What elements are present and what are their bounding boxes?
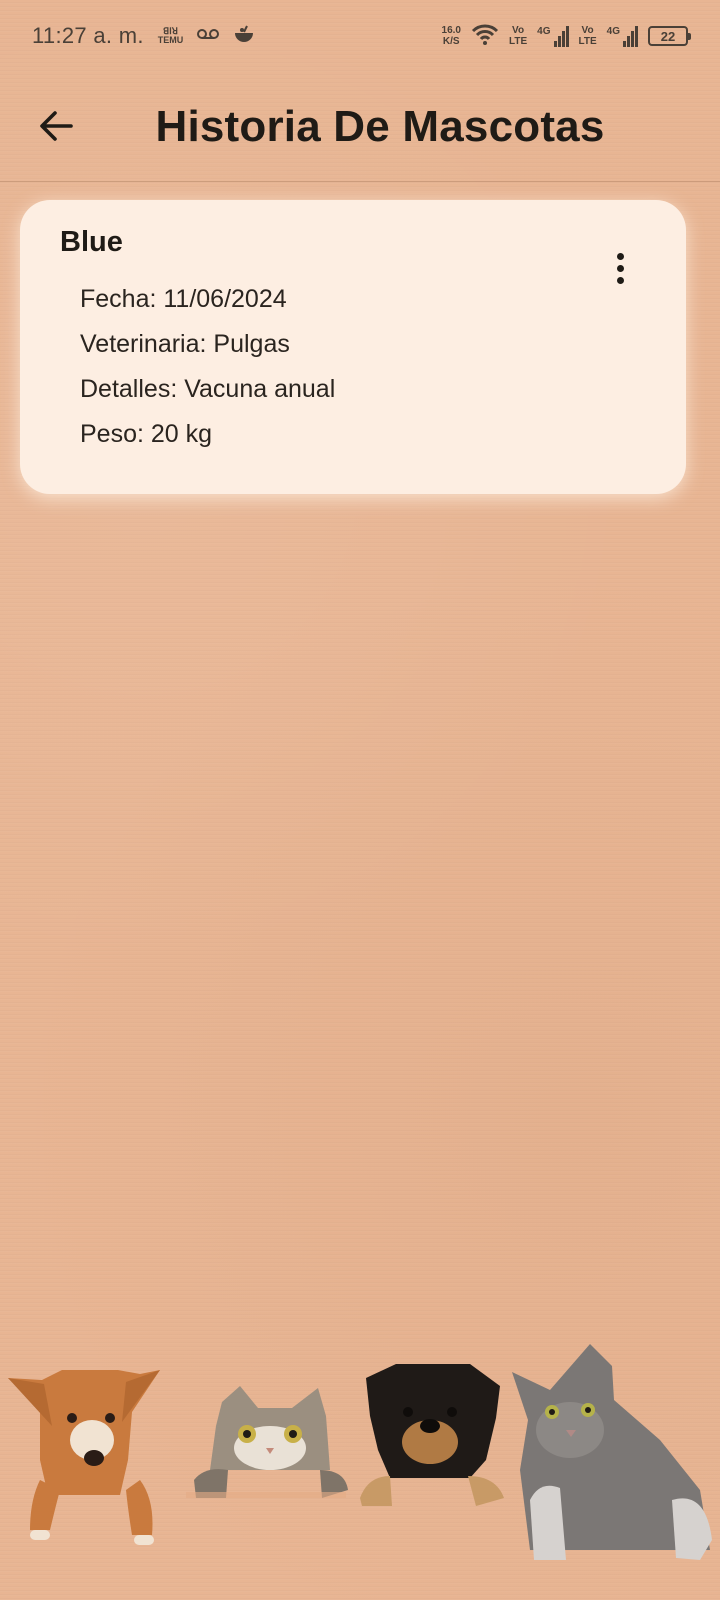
record-details: Detalles: Vacuna anual [80, 375, 336, 403]
signal-bar [553, 40, 557, 47]
status-time: 11:27 a. m. [32, 23, 144, 48]
signal-bar [557, 35, 561, 47]
signal-bar [565, 25, 569, 47]
volte-2: Vo LTE [579, 25, 597, 47]
signal-1-icon: 4G [537, 25, 569, 47]
signal-bar [631, 30, 634, 47]
signal-bar [627, 35, 630, 47]
pets-graphic [8, 1344, 712, 1560]
tan-dog-image [8, 1370, 160, 1545]
signal-bar [561, 30, 565, 47]
battery-level: 22 [660, 28, 676, 44]
pet-name: Blue [60, 226, 123, 258]
battery-icon: 22 [648, 26, 691, 46]
pet-history-card[interactable]: Blue Fecha: 11/06/2024 Veterinaria: Pulg… [20, 200, 686, 494]
black-tan-puppy-image [360, 1364, 504, 1506]
status-left: 11:27 a. m. ꓭꓲꓤ TEMU [32, 23, 255, 49]
app-bar: Historia De Mascotas [0, 72, 720, 182]
speed-value: 16.0 [441, 25, 461, 36]
volte-1-top: Vo [512, 25, 525, 36]
signal-2-icon: 4G [606, 25, 638, 47]
more-vert-icon [616, 252, 624, 284]
volte-1-bottom: LTE [509, 36, 528, 47]
bowl-icon [233, 24, 255, 49]
more-options-button[interactable] [604, 246, 636, 290]
record-date: Fecha: 11/06/2024 [80, 285, 287, 313]
grey-cat-image [512, 1344, 712, 1560]
temu-icon-label: TEMU [157, 35, 184, 45]
volte-1: Vo LTE [509, 25, 527, 47]
record-vet: Veterinaria: Pulgas [80, 330, 290, 358]
status-right: 16.0 K/S Vo LTE 4G Vo LTE 4G 22 [442, 23, 691, 50]
signal-bar [623, 40, 626, 47]
voicemail-icon [197, 27, 220, 46]
status-bar: 11:27 a. m. ꓭꓲꓤ TEMU 16.0 K/S Vo LTE 4G [0, 0, 720, 72]
tabby-cat-image [186, 1386, 348, 1498]
wifi-icon [471, 23, 499, 50]
signal-bar [635, 25, 638, 47]
speed-unit: K/S [442, 36, 460, 47]
pets-illustration [0, 1330, 720, 1600]
record-weight: Peso: 20 kg [80, 420, 213, 448]
net-1-label: 4G [537, 25, 551, 37]
network-speed: 16.0 K/S [442, 25, 461, 47]
volte-2-top: Vo [581, 25, 594, 36]
page-title: Historia De Mascotas [155, 101, 605, 151]
volte-2-bottom: LTE [578, 36, 597, 47]
net-2-label: 4G [606, 25, 620, 37]
temu-notification-icon: ꓭꓲꓤ TEMU [158, 27, 184, 45]
